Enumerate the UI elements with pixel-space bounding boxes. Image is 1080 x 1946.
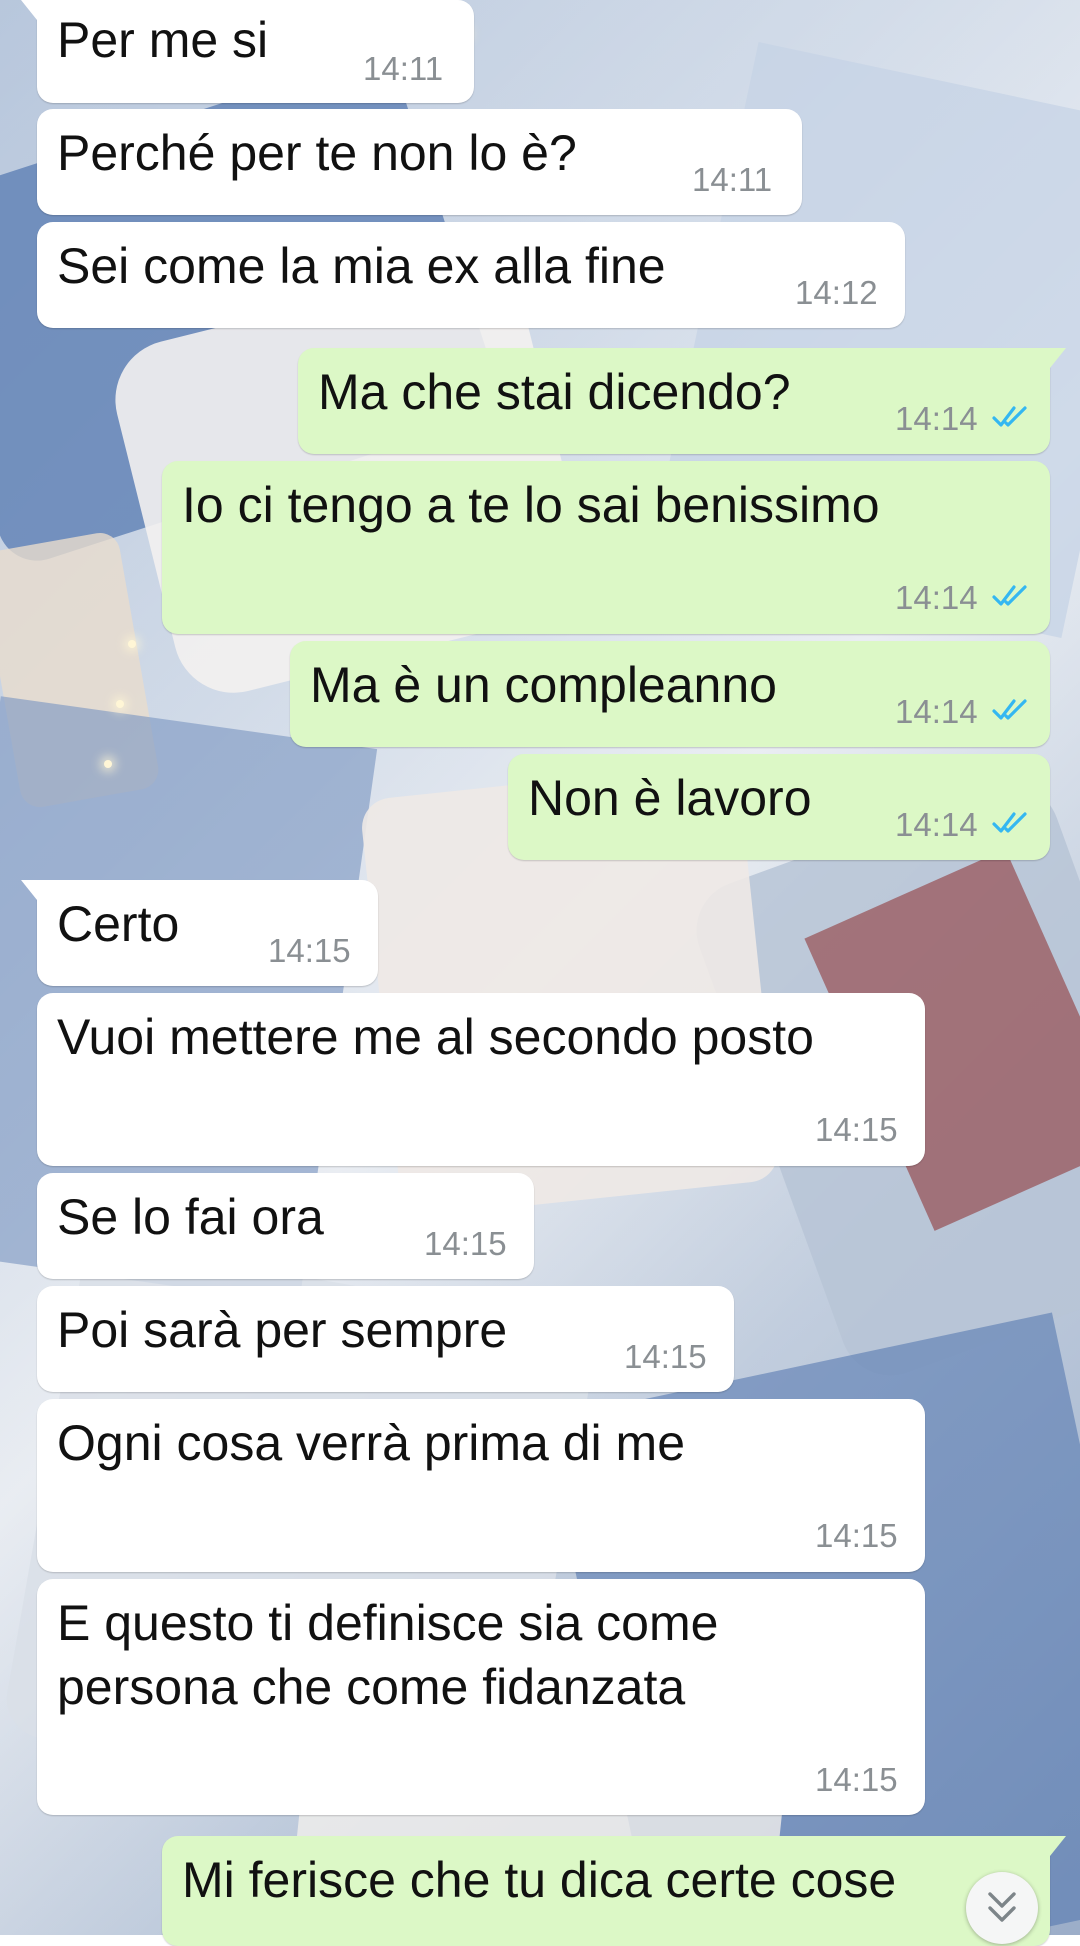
double-check-icon [992,585,1027,606]
message-bubble-incoming[interactable]: Certo 14:15 [21,880,378,986]
message-bubble-outgoing[interactable]: Mi ferisce che tu dica certe cose [162,1836,1066,1946]
scroll-to-bottom-button[interactable] [966,1872,1038,1944]
message-text: Non è lavoro [528,770,812,826]
message-time: 14:14 [895,693,978,730]
message-time: 14:15 [268,932,351,969]
message-text: Ma che stai dicendo? [318,364,791,420]
message-bubble-outgoing[interactable]: Io ci tengo a te lo sai benissimo 14:14 [162,461,1050,634]
message-bubble-incoming[interactable]: Perché per te non lo è? 14:11 [37,109,802,215]
message-time: 14:14 [895,806,978,843]
double-chevron-down-icon [988,1892,1016,1922]
message-text: Per me si [57,12,269,68]
message-text: Ma è un compleanno [310,657,777,713]
message-time: 14:11 [692,161,773,198]
message-text: Io ci tengo a te lo sai benissimo [182,477,880,533]
message-text: Mi ferisce che tu dica certe cose [182,1852,897,1908]
message-text: Perché per te non lo è? [57,125,577,181]
message-time: 14:15 [624,1338,707,1375]
message-bubble-outgoing[interactable]: Ma che stai dicendo? 14:14 [298,348,1066,454]
message-text: Se lo fai ora [57,1189,324,1245]
message-bubble-incoming[interactable]: Vuoi mettere me al secondo posto 14:15 [37,993,925,1166]
message-bubble-outgoing[interactable]: Ma è un compleanno 14:14 [290,641,1050,747]
message-time: 14:15 [815,1517,898,1554]
double-check-icon [992,699,1027,720]
message-text: Sei come la mia ex alla fine [57,238,666,294]
message-bubble-incoming[interactable]: Ogni cosa verrà prima di me 14:15 [37,1399,925,1572]
message-bubble-incoming[interactable]: Per me si 14:11 [21,0,474,103]
message-text: Ogni cosa verrà prima di me [57,1415,686,1471]
message-time: 14:12 [795,274,878,311]
message-time: 14:14 [895,579,978,616]
message-time: 14:14 [895,400,978,437]
message-bubble-incoming[interactable]: Sei come la mia ex alla fine 14:12 [37,222,905,328]
message-time: 14:15 [815,1111,898,1148]
message-bubble-incoming[interactable]: E questo ti definisce sia come persona c… [37,1579,925,1815]
message-text: Certo [57,896,180,952]
message-bubble-outgoing[interactable]: Non è lavoro 14:14 [508,754,1050,860]
message-time: 14:15 [424,1225,507,1262]
message-text: E questo ti definisce sia come persona c… [57,1595,719,1715]
message-text: Poi sarà per sempre [57,1302,508,1358]
message-time: 14:15 [815,1761,898,1798]
message-time: 14:11 [363,50,444,87]
message-bubble-incoming[interactable]: Se lo fai ora 14:15 [37,1173,534,1279]
message-text: Vuoi mettere me al secondo posto [57,1009,814,1065]
message-bubble-incoming[interactable]: Poi sarà per sempre 14:15 [37,1286,734,1392]
message-list[interactable]: Per me si 14:11 Perché per te non lo è? … [0,0,1080,1946]
double-check-icon [992,406,1027,427]
double-check-icon [992,812,1027,833]
